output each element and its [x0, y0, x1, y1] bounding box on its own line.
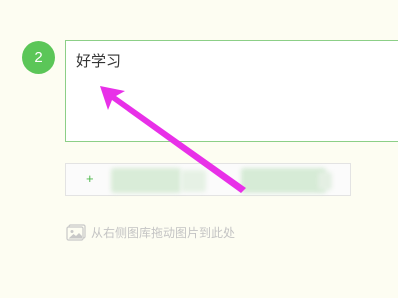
text-editor[interactable]: 好学习 [65, 40, 398, 142]
plus-icon[interactable]: + [86, 171, 94, 186]
add-item-bar[interactable]: + [65, 163, 351, 196]
redacted-region [318, 172, 332, 190]
step-number-badge: 2 [22, 41, 55, 74]
editor-text-content: 好学习 [76, 52, 122, 70]
redacted-region [241, 168, 326, 193]
step-number: 2 [34, 49, 43, 66]
image-drop-hint[interactable]: 从右侧图库拖动图片到此处 [66, 223, 235, 241]
redacted-region [181, 170, 206, 192]
drop-hint-text: 从右侧图库拖动图片到此处 [91, 225, 236, 240]
image-icon [66, 223, 86, 241]
redacted-region [111, 168, 181, 193]
